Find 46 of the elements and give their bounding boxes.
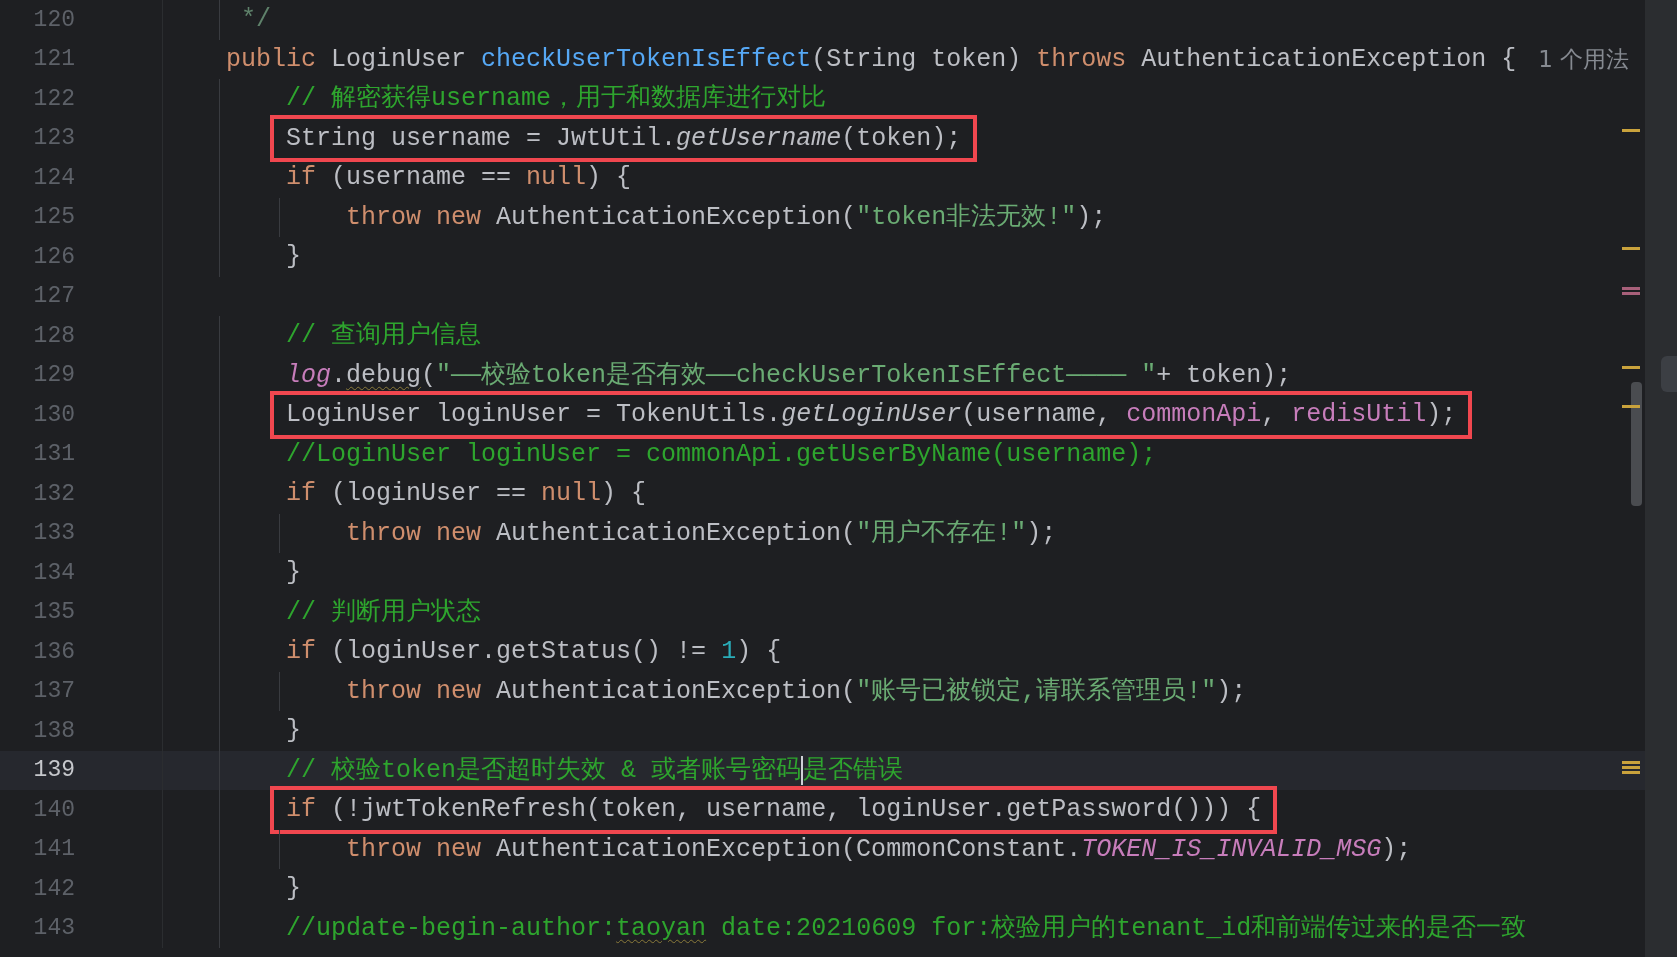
line-number: 141 bbox=[32, 835, 75, 864]
line-number: 120 bbox=[32, 5, 75, 35]
line-number: 121 bbox=[32, 45, 75, 74]
line-number: 125 bbox=[32, 203, 75, 232]
code-line: //LoginUser loginUser = commonApi.getUserByName(username); bbox=[286, 438, 1157, 471]
code-line: } bbox=[286, 715, 302, 747]
code-line: // 解密获得username，用于和数据库进行对比 bbox=[286, 83, 827, 115]
line-number: 133 bbox=[32, 519, 75, 548]
line-number: 139 bbox=[32, 756, 75, 785]
code-line: throw new AuthenticationException(CommonConstant.TOKEN_IS_INVALID_MSG); bbox=[346, 833, 1412, 866]
code-line: // 查询用户信息 bbox=[286, 320, 482, 352]
line-number: 142 bbox=[32, 874, 75, 904]
line-number: 123 bbox=[32, 124, 75, 153]
code-line: throw new AuthenticationException("用户不存在!"); bbox=[346, 517, 1057, 550]
code-line: } bbox=[286, 873, 302, 905]
code-line: //update-begin-author:taoyan date:20210609 for:校验用户的tenant_id和前端传过来的是否一致 bbox=[286, 912, 1527, 945]
line-number: 124 bbox=[32, 163, 75, 193]
line-number: 134 bbox=[32, 558, 75, 588]
line-number: 135 bbox=[32, 598, 75, 627]
code-line: throw new AuthenticationException("token非法无效!"); bbox=[346, 201, 1107, 234]
code-line: */ bbox=[241, 4, 272, 36]
line-number: 131 bbox=[32, 440, 75, 469]
line-number: 127 bbox=[32, 282, 75, 311]
line-number: 122 bbox=[32, 84, 75, 114]
code-line: if (username == null) { bbox=[286, 162, 632, 194]
code-line: } bbox=[286, 241, 302, 273]
line-number: 138 bbox=[32, 716, 75, 746]
usage-hint[interactable]: 1 个用法 bbox=[1538, 42, 1630, 77]
line-number: 137 bbox=[32, 677, 75, 706]
code-line: if (loginUser.getStatus() != 1) { bbox=[286, 636, 782, 668]
code-line: if (loginUser == null) { bbox=[286, 478, 647, 510]
scrollbar-thumb[interactable] bbox=[1631, 382, 1642, 506]
line-number: 136 bbox=[32, 637, 75, 667]
line-number: 140 bbox=[32, 795, 75, 825]
line-number: 132 bbox=[32, 479, 75, 509]
line-number: 143 bbox=[32, 914, 75, 943]
line-number: 128 bbox=[32, 321, 75, 351]
code-line: throw new AuthenticationException("账号已被锁定,请联系管理员!"); bbox=[346, 675, 1247, 708]
code-line: log.debug("——校验token是否有效——checkUserTokenIsEffect———— "+ token); bbox=[286, 359, 1292, 392]
line-number: 126 bbox=[32, 242, 75, 272]
line-number: 130 bbox=[32, 400, 75, 430]
code-line: public LoginUser checkUserTokenIsEffect(String token) throws AuthenticationException { bbox=[226, 43, 1517, 76]
line-number: 129 bbox=[32, 361, 75, 390]
code-line: } bbox=[286, 557, 302, 589]
code-line: // 校验token是否超时失效 & 或者账号密码是否错误 bbox=[286, 754, 904, 787]
code-line: // 判断用户状态 bbox=[286, 596, 482, 629]
